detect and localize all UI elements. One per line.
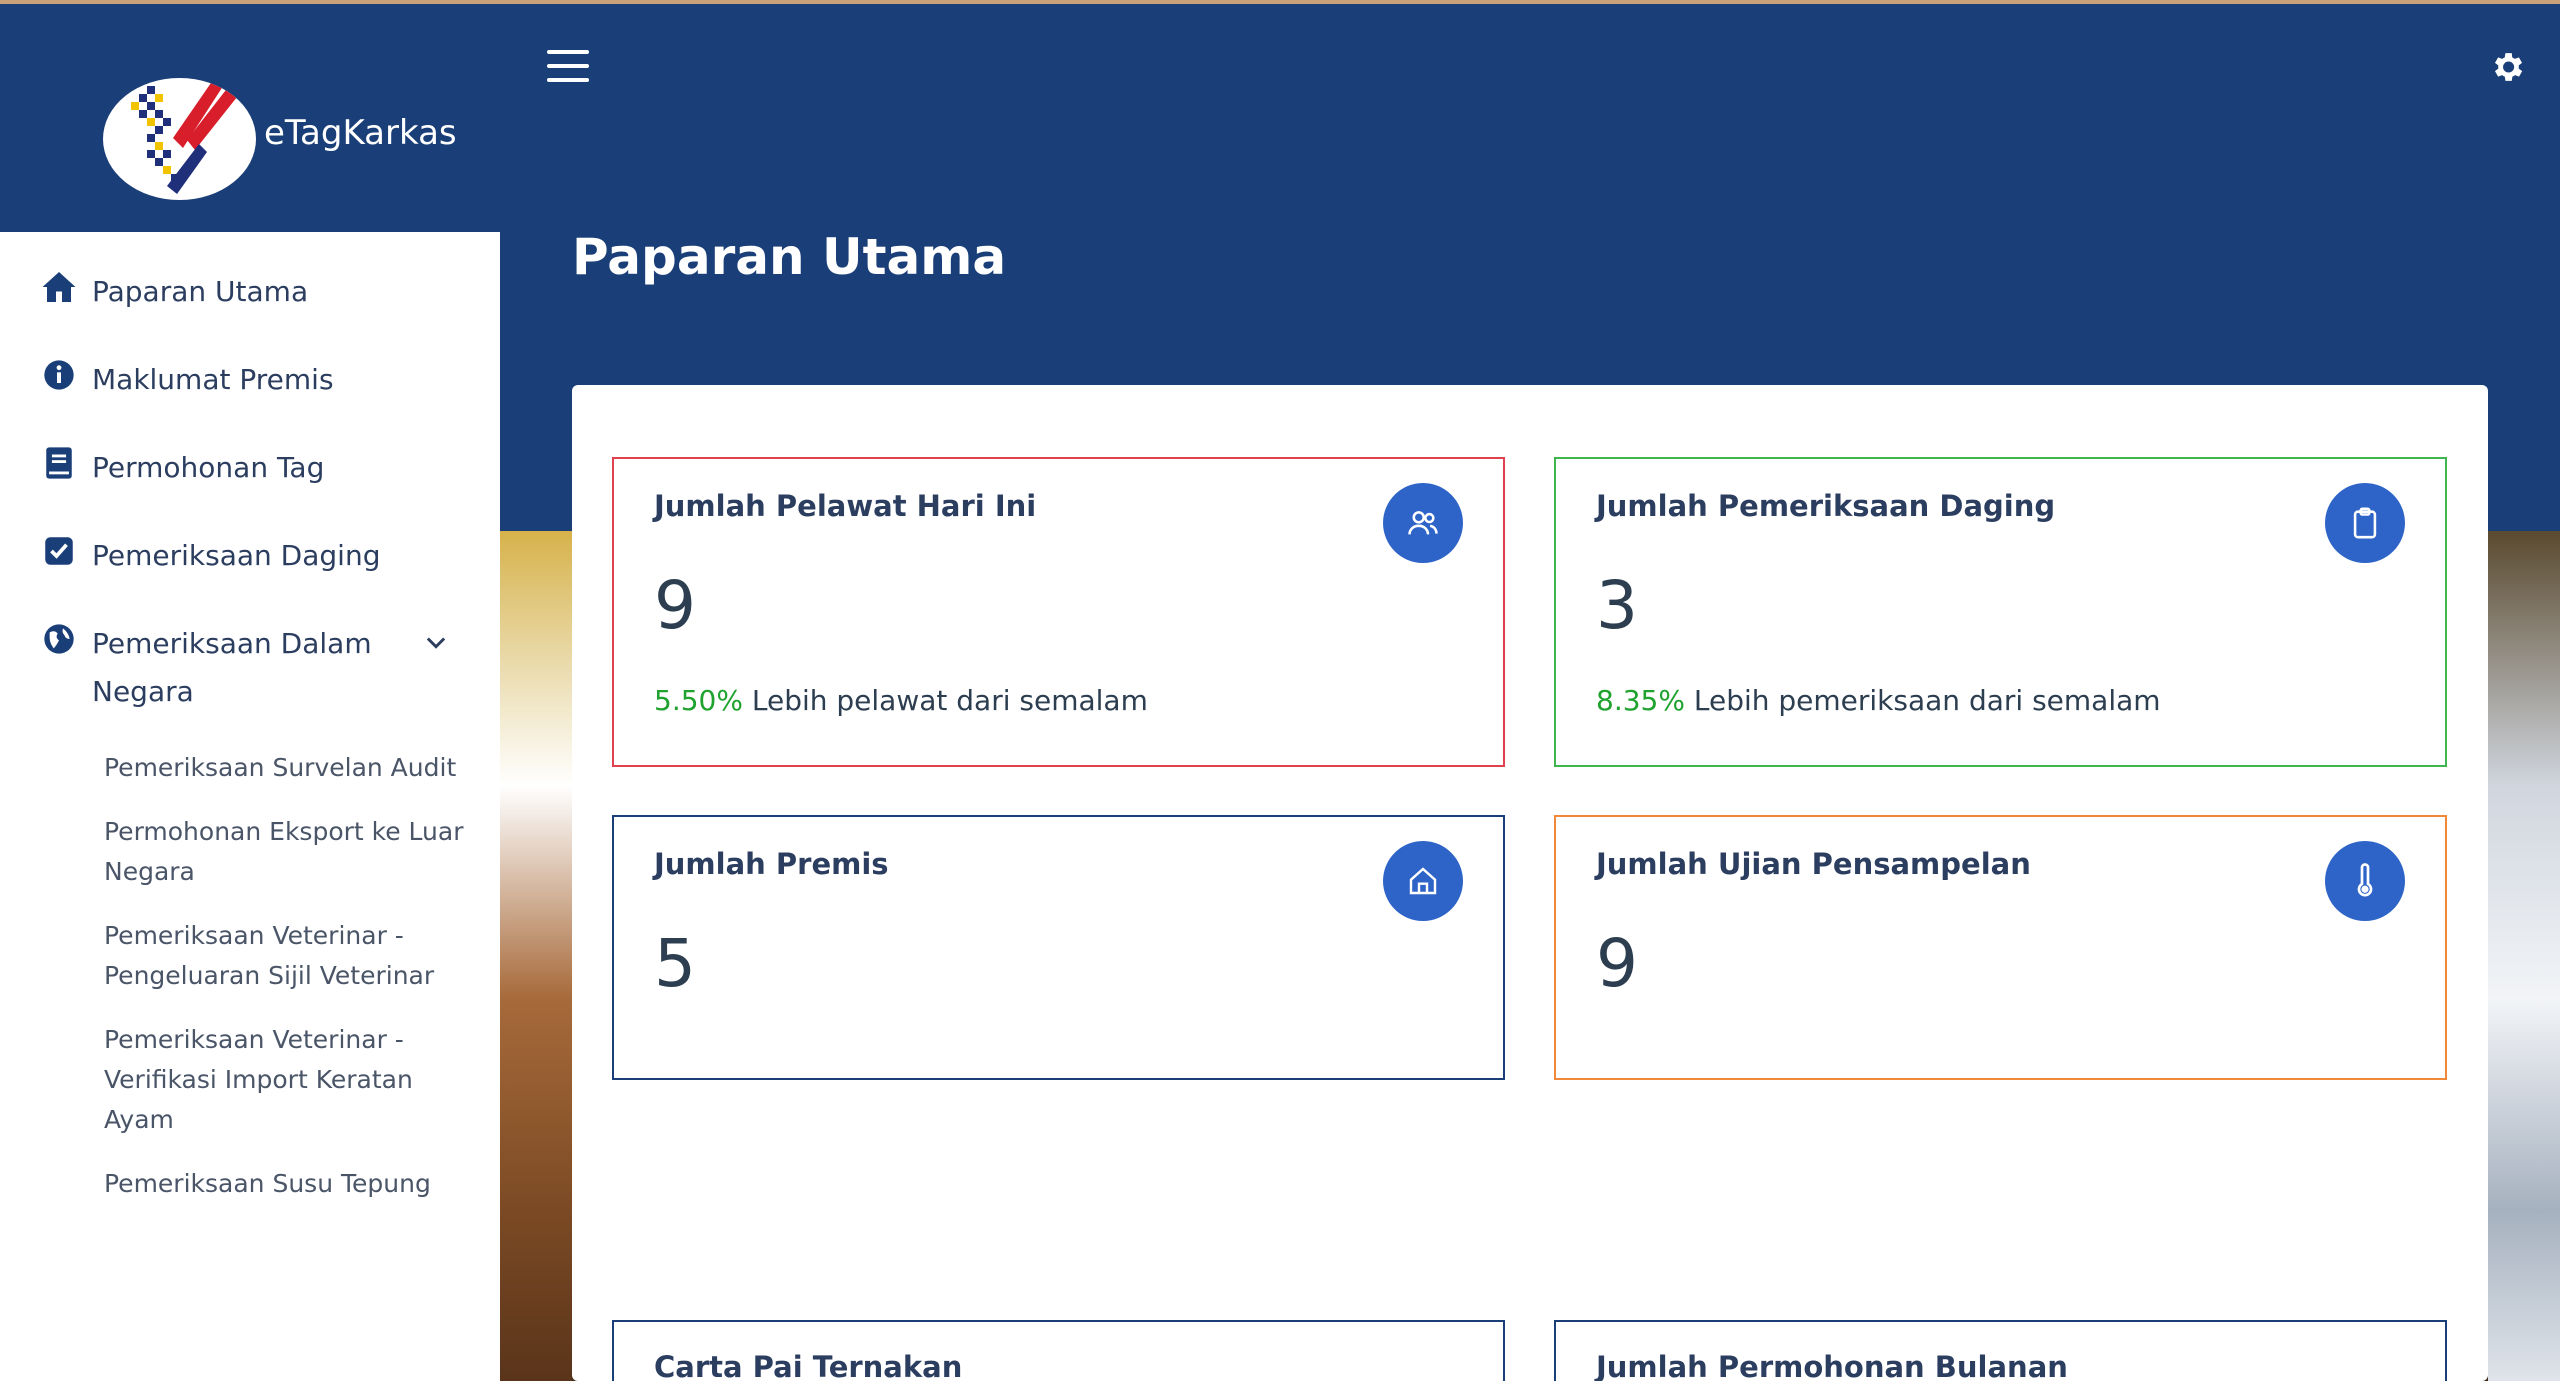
clipboard-icon bbox=[2325, 483, 2405, 563]
main-content: Paparan Utama Jumlah Pelawat Hari Ini 9 … bbox=[500, 0, 2560, 1381]
gear-icon[interactable] bbox=[2488, 48, 2526, 86]
submenu-item-sijil-veterinar[interactable]: Pemeriksaan Veterinar - Pengeluaran Siji… bbox=[104, 904, 470, 1008]
sidebar-item-label: Pemeriksaan Daging bbox=[92, 539, 381, 572]
dashboard-panel: Jumlah Pelawat Hari Ini 9 5.50% Lebih pe… bbox=[572, 385, 2488, 1381]
card-title: Jumlah Pemeriksaan Daging bbox=[1596, 489, 2056, 523]
background-photo-left bbox=[500, 531, 572, 1381]
sidebar-item-paparan-utama[interactable]: Paparan Utama bbox=[0, 248, 500, 336]
background-photo-right bbox=[2488, 531, 2560, 1381]
card-title: Jumlah Permohonan Bulanan bbox=[1596, 1350, 2068, 1381]
card-trend: 5.50% Lebih pelawat dari semalam bbox=[654, 684, 1148, 717]
top-accent-bar bbox=[0, 0, 2560, 4]
trend-percent: 5.50% bbox=[654, 684, 743, 717]
card-value: 9 bbox=[1596, 925, 1638, 1002]
submenu-item-survelan-audit[interactable]: Pemeriksaan Survelan Audit bbox=[104, 736, 470, 800]
card-value: 5 bbox=[654, 925, 696, 1002]
trend-text: Lebih pelawat dari semalam bbox=[742, 684, 1148, 717]
trend-percent: 8.35% bbox=[1596, 684, 1685, 717]
brand-name: eTagKarkas bbox=[264, 113, 457, 153]
card-title: Jumlah Premis bbox=[654, 847, 889, 881]
users-icon bbox=[1383, 483, 1463, 563]
sidebar-submenu: Pemeriksaan Survelan Audit Permohonan Ek… bbox=[0, 736, 500, 1216]
globe-icon bbox=[40, 620, 78, 658]
chevron-down-icon[interactable] bbox=[422, 628, 450, 656]
card-ujian-pensampelan[interactable]: Jumlah Ujian Pensampelan 9 bbox=[1554, 815, 2447, 1080]
card-carta-pai-ternakan[interactable]: Carta Pai Ternakan bbox=[612, 1320, 1505, 1381]
card-title: Jumlah Pelawat Hari Ini bbox=[654, 489, 1037, 523]
submenu-item-import-keratan-ayam[interactable]: Pemeriksaan Veterinar - Verifikasi Impor… bbox=[104, 1008, 470, 1152]
info-icon bbox=[40, 356, 78, 394]
card-pemeriksaan-daging[interactable]: Jumlah Pemeriksaan Daging 3 8.35% Lebih … bbox=[1554, 457, 2447, 767]
submenu-item-susu-tepung[interactable]: Pemeriksaan Susu Tepung bbox=[104, 1152, 470, 1216]
brand-header: eTagKarkas bbox=[0, 0, 500, 232]
sidebar-item-pemeriksaan-dalam-negara[interactable]: Pemeriksaan Dalam Negara bbox=[0, 600, 500, 736]
sidebar-item-label: Maklumat Premis bbox=[92, 363, 334, 396]
sidebar-item-permohonan-tag[interactable]: Permohonan Tag bbox=[0, 424, 500, 512]
house-icon bbox=[1383, 841, 1463, 921]
sidebar-item-maklumat-premis[interactable]: Maklumat Premis bbox=[0, 336, 500, 424]
sidebar-item-label: Paparan Utama bbox=[92, 275, 309, 308]
card-title: Jumlah Ujian Pensampelan bbox=[1596, 847, 2031, 881]
trend-text: Lebih pemeriksaan dari semalam bbox=[1684, 684, 2161, 717]
home-icon bbox=[40, 268, 78, 306]
sidebar-item-pemeriksaan-daging[interactable]: Pemeriksaan Daging bbox=[0, 512, 500, 600]
sidebar: eTagKarkas Paparan Utama Maklumat Premis… bbox=[0, 0, 500, 1381]
sidebar-nav: Paparan Utama Maklumat Premis Permohonan… bbox=[0, 232, 500, 1216]
submenu-item-permohonan-eksport[interactable]: Permohonan Eksport ke Luar Negara bbox=[104, 800, 470, 904]
card-trend: 8.35% Lebih pemeriksaan dari semalam bbox=[1596, 684, 2161, 717]
sidebar-item-label: Permohonan Tag bbox=[92, 451, 325, 484]
book-icon bbox=[40, 444, 78, 482]
hamburger-icon[interactable] bbox=[547, 50, 589, 82]
page-title: Paparan Utama bbox=[572, 228, 1007, 286]
sidebar-item-label: Pemeriksaan Dalam Negara bbox=[92, 627, 372, 708]
thermometer-icon bbox=[2325, 841, 2405, 921]
card-premis[interactable]: Jumlah Premis 5 bbox=[612, 815, 1505, 1080]
card-permohonan-bulanan[interactable]: Jumlah Permohonan Bulanan bbox=[1554, 1320, 2447, 1381]
checkbox-icon bbox=[40, 532, 78, 570]
card-pelawat[interactable]: Jumlah Pelawat Hari Ini 9 5.50% Lebih pe… bbox=[612, 457, 1505, 767]
card-value: 3 bbox=[1596, 567, 1638, 644]
card-value: 9 bbox=[654, 567, 696, 644]
card-title: Carta Pai Ternakan bbox=[654, 1350, 963, 1381]
brand-logo[interactable] bbox=[103, 78, 256, 200]
